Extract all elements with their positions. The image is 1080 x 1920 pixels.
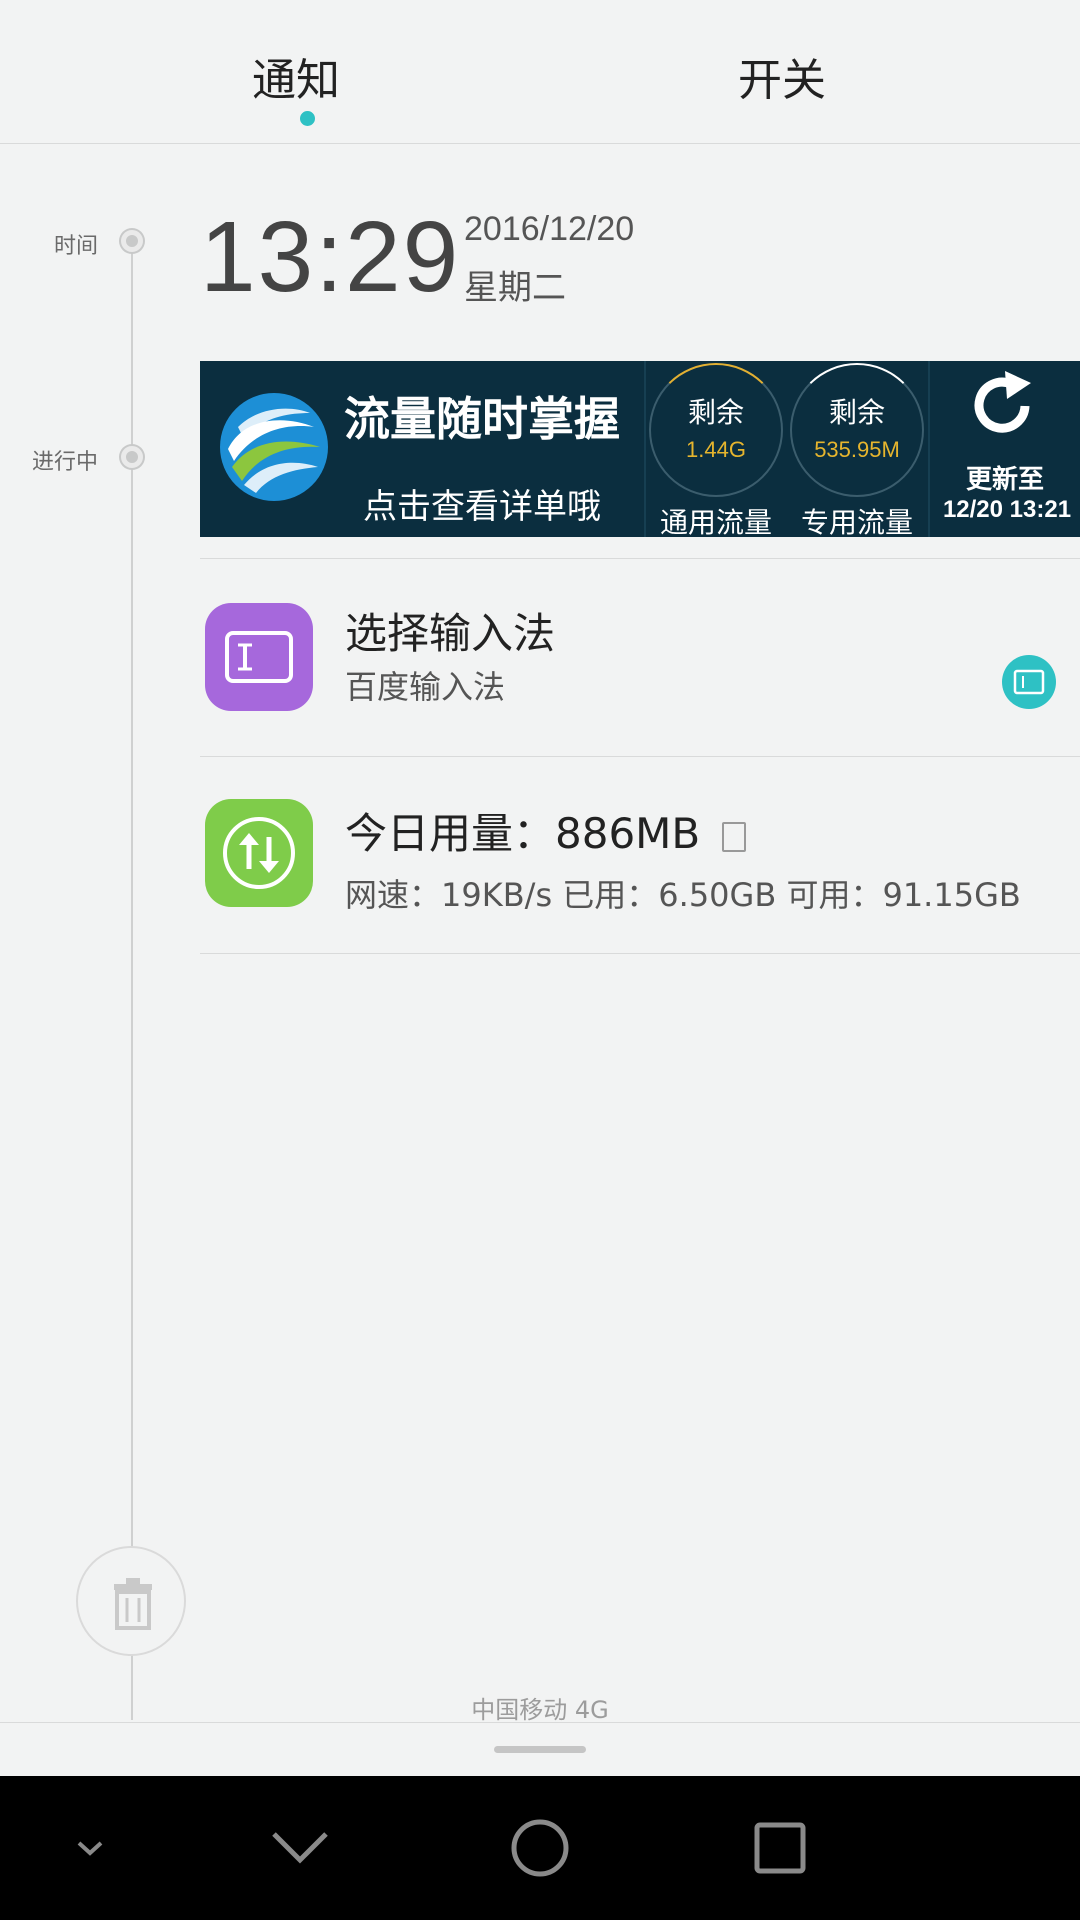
data-usage-banner[interactable]: 流量随时掌握 点击查看详单哦 剩余 1.44G 通用流量 剩余 535.95M … — [200, 361, 1080, 537]
drag-handle[interactable] — [494, 1746, 586, 1753]
notification-title: 选择输入法 — [345, 609, 556, 658]
clear-notifications-button[interactable] — [76, 1546, 186, 1656]
special-data-value: 535.95M — [814, 437, 900, 462]
chevron-down-small-icon — [77, 1841, 103, 1856]
data-usage-title: 今日用量：886MB — [345, 809, 701, 858]
clock-date: 2016/12/20 — [464, 210, 635, 248]
special-data-title: 剩余 — [828, 396, 885, 429]
keyboard-input-icon — [205, 603, 313, 711]
back-button[interactable] — [220, 1776, 380, 1920]
banner-headline: 流量随时掌握 — [344, 392, 620, 446]
refresh-icon[interactable] — [965, 369, 1039, 443]
notification-text: 网速：19KB/s 已用：6.50GB 可用：91.15GB — [345, 876, 1021, 914]
hide-nav-button[interactable] — [10, 1776, 170, 1920]
special-data-caption: 专用流量 — [800, 506, 913, 537]
general-data-title: 剩余 — [687, 396, 744, 429]
divider — [200, 558, 1080, 559]
tab-switches[interactable]: 开关 — [738, 44, 826, 108]
clock-time: 13:29 — [200, 201, 461, 313]
recents-button[interactable] — [700, 1776, 860, 1920]
china-mobile-logo-icon — [220, 393, 328, 501]
banner-separator — [928, 361, 930, 537]
tab-notifications[interactable]: 通知 — [252, 44, 340, 108]
timeline-label-time: 时间 — [54, 234, 99, 259]
divider — [0, 1722, 1080, 1723]
sim-card-icon — [722, 821, 747, 852]
tab-bar: 通知 开关 — [0, 0, 1080, 144]
active-tab-indicator — [300, 111, 315, 126]
timeline-dot-time — [121, 230, 143, 252]
banner-subline: 点击查看详单哦 — [363, 487, 601, 527]
notification-title: 今日用量：886MB — [345, 800, 747, 861]
trash-icon — [114, 1578, 152, 1630]
carrier-label: 中国移动 4G — [471, 1696, 609, 1724]
recents-square-icon — [754, 1822, 806, 1874]
home-button[interactable] — [460, 1776, 620, 1920]
navigation-bar — [0, 1776, 1080, 1920]
clock-weekday: 星期二 — [464, 268, 566, 308]
divider — [200, 953, 1080, 954]
general-data-value: 1.44G — [686, 437, 746, 462]
home-circle-icon — [511, 1819, 569, 1877]
input-method-badge-icon — [1002, 655, 1056, 709]
timeline-label-ongoing: 进行中 — [32, 450, 99, 475]
notification-text: 百度输入法 — [345, 668, 506, 706]
refresh-title: 更新至 — [965, 465, 1044, 495]
refresh-time: 12/20 13:21 — [942, 496, 1072, 523]
timeline-dot-ongoing — [121, 446, 143, 468]
chevron-down-icon — [272, 1832, 328, 1864]
notification-data-usage[interactable]: 今日用量：886MB 网速：19KB/s 已用：6.50GB 可用：91.15G… — [200, 756, 1080, 952]
general-data-caption: 通用流量 — [659, 506, 772, 537]
data-transfer-icon — [205, 799, 313, 907]
notification-input-method[interactable]: 选择输入法 百度输入法 — [200, 560, 1080, 756]
